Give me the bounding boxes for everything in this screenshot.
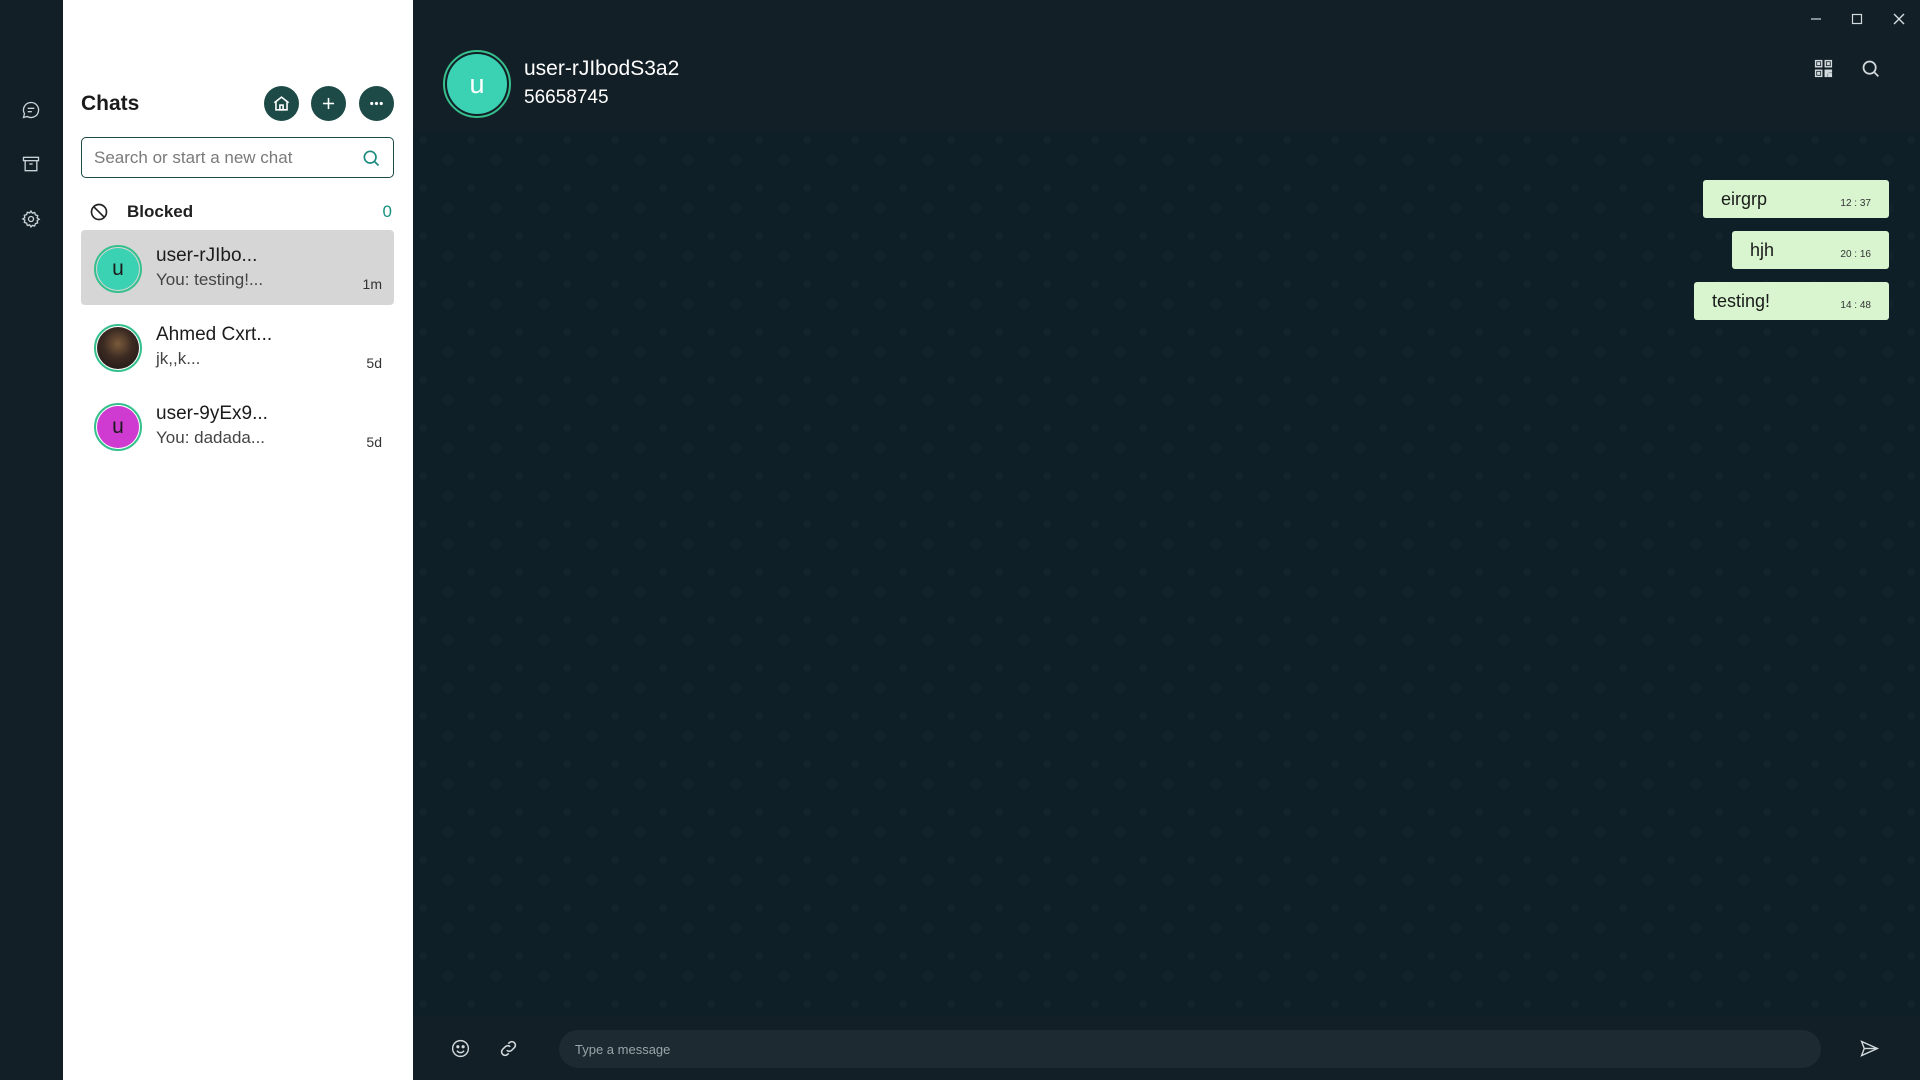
blocked-label: Blocked <box>127 202 194 221</box>
message-time: 12 : 37 <box>1840 198 1871 209</box>
chat-list-item[interactable]: u user-rJIbo... You: testing!... 1m <box>81 230 394 305</box>
message-text: testing! <box>1712 290 1771 311</box>
chat-time: 1m <box>362 276 382 292</box>
chat-list-item[interactable]: Ahmed Cxrt... jk,,k... 5d <box>81 309 394 384</box>
chat-list-panel: Chats Blocked 0 u user-rJIbo... You: tes… <box>63 0 413 1080</box>
message-text: hjh <box>1750 239 1775 260</box>
message-bubble[interactable]: testing! 14 : 48 <box>1694 282 1889 320</box>
home-button[interactable] <box>264 86 299 121</box>
search-icon[interactable] <box>1858 56 1882 80</box>
avatar-letter: u <box>97 406 139 448</box>
archive-icon[interactable] <box>19 152 43 176</box>
chat-preview: jk,,k... <box>156 349 201 368</box>
search-input[interactable] <box>94 147 361 168</box>
avatar-letter: u <box>97 248 139 290</box>
message-bubble[interactable]: eirgrp 12 : 37 <box>1703 180 1889 218</box>
more-options-button[interactable] <box>359 86 394 121</box>
message-input[interactable] <box>559 1030 1821 1068</box>
chat-list-item[interactable]: u user-9yEx9... You: dadada... 5d <box>81 388 394 463</box>
avatar: u <box>94 403 142 451</box>
contact-avatar[interactable]: u <box>443 50 511 118</box>
more-icon <box>370 101 383 106</box>
search-icon[interactable] <box>361 148 381 168</box>
avatar-letter: u <box>447 54 507 114</box>
blocked-count: 0 <box>382 202 392 221</box>
emoji-icon[interactable] <box>448 1036 472 1060</box>
qr-code-icon[interactable] <box>1811 56 1835 80</box>
chat-icon[interactable] <box>19 98 43 122</box>
maximize-icon[interactable] <box>1845 8 1869 30</box>
conversation-header: u user-rJIbodS3a2 56658745 <box>413 0 1920 130</box>
chat-time: 5d <box>366 434 382 450</box>
message-composer <box>413 1016 1920 1080</box>
attach-link-icon[interactable] <box>496 1036 520 1060</box>
home-icon <box>273 96 290 111</box>
gear-icon[interactable] <box>19 207 43 231</box>
page-title: Chats <box>81 92 140 115</box>
chat-name: Ahmed Cxrt... <box>156 324 273 345</box>
message-text: eirgrp <box>1721 188 1768 209</box>
new-chat-button[interactable] <box>311 86 346 121</box>
minimize-icon[interactable] <box>1804 8 1828 30</box>
avatar <box>94 324 142 372</box>
chat-background <box>413 130 1920 1016</box>
message-time: 20 : 16 <box>1840 249 1871 260</box>
chat-preview: You: testing!... <box>156 270 264 289</box>
chat-preview: You: dadada... <box>156 428 266 447</box>
conversation-pane: u user-rJIbodS3a2 56658745 eirgrp 12 : 3… <box>413 0 1920 1080</box>
contact-name: user-rJIbodS3a2 <box>524 57 680 80</box>
blocked-row[interactable]: Blocked 0 <box>81 199 394 225</box>
search-box <box>81 137 394 178</box>
plus-icon <box>322 97 335 110</box>
contact-phone: 56658745 <box>524 87 609 108</box>
close-icon[interactable] <box>1887 8 1911 30</box>
chat-name: user-rJIbo... <box>156 245 258 266</box>
avatar-photo <box>97 327 139 369</box>
chat-name: user-9yEx9... <box>156 403 268 424</box>
send-icon[interactable] <box>1857 1036 1881 1060</box>
left-rail <box>0 0 63 1080</box>
block-icon <box>90 203 108 221</box>
chat-time: 5d <box>366 355 382 371</box>
message-time: 14 : 48 <box>1840 300 1871 311</box>
avatar: u <box>94 245 142 293</box>
message-bubble[interactable]: hjh 20 : 16 <box>1732 231 1889 269</box>
